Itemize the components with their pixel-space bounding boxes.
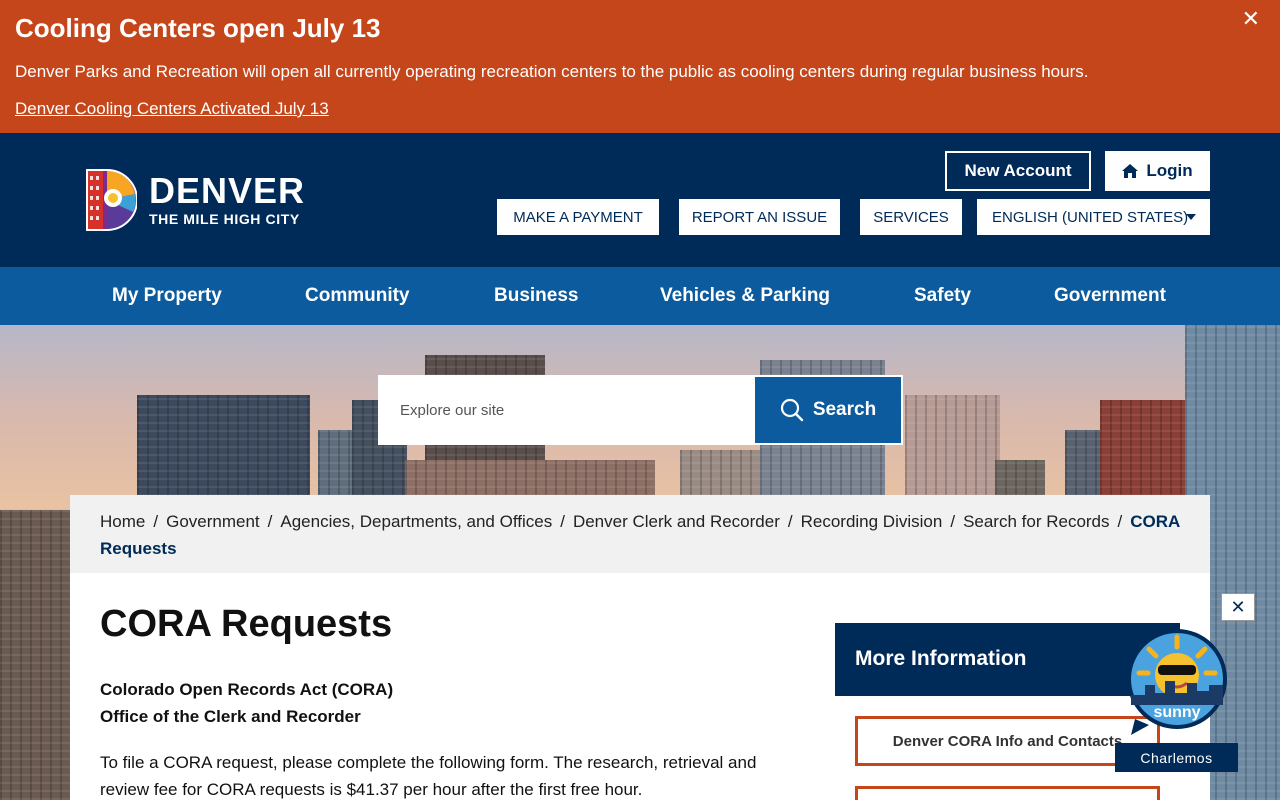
breadcrumb-clerk-recorder[interactable]: Denver Clerk and Recorder: [573, 512, 780, 531]
close-icon[interactable]: ✕: [1242, 6, 1260, 32]
intro-paragraph: To file a CORA request, please complete …: [100, 753, 757, 799]
subheading-line-1: Colorado Open Records Act (CORA): [100, 680, 394, 699]
nav-safety[interactable]: Safety: [914, 267, 971, 325]
breadcrumb-agencies[interactable]: Agencies, Departments, and Offices: [280, 512, 552, 531]
alert-banner: Cooling Centers open July 13 Denver Park…: [0, 0, 1280, 133]
breadcrumb: Home / Government / Agencies, Departments, a…: [70, 495, 1210, 573]
sidebar-link-button[interactable]: [855, 786, 1160, 800]
chevron-down-icon: [1186, 214, 1196, 220]
alert-link[interactable]: Denver Cooling Centers Activated July 13: [15, 99, 329, 119]
content-subheading: Colorado Open Records Act (CORA) Office …: [100, 676, 393, 730]
denver-logo-icon: [86, 169, 137, 231]
breadcrumb-government[interactable]: Government: [166, 512, 260, 531]
nav-vehicles-parking[interactable]: Vehicles & Parking: [660, 267, 830, 325]
search-icon: [780, 398, 804, 422]
logo-text: DENVER THE MILE HIGH CITY: [149, 170, 306, 228]
page-title: CORA Requests: [100, 603, 393, 645]
breadcrumb-recording-division[interactable]: Recording Division: [801, 512, 943, 531]
search-button[interactable]: Search: [755, 377, 901, 443]
search-input[interactable]: [378, 375, 755, 445]
login-label: Login: [1146, 161, 1193, 180]
breadcrumb-separator: /: [267, 512, 273, 531]
chat-close-button[interactable]: ✕: [1221, 593, 1255, 621]
nav-government[interactable]: Government: [1054, 267, 1166, 325]
breadcrumb-separator: /: [560, 512, 565, 531]
report-issue-button[interactable]: REPORT AN ISSUE: [679, 199, 840, 235]
site-header: DENVER THE MILE HIGH CITY New Account Lo…: [0, 133, 1280, 267]
make-payment-button[interactable]: MAKE A PAYMENT: [497, 199, 659, 235]
site-search: Search: [378, 375, 903, 445]
denver-logo[interactable]: DENVER THE MILE HIGH CITY: [85, 168, 305, 232]
new-account-button[interactable]: New Account: [945, 151, 1091, 191]
main-content: CORA Requests Colorado Open Records Act …: [70, 573, 1210, 800]
logo-title: DENVER: [149, 170, 306, 211]
sunny-chatbot-icon[interactable]: sunny: [1125, 627, 1229, 737]
home-icon: [1122, 164, 1139, 178]
language-value: ENGLISH (UNITED STATES): [992, 208, 1189, 226]
services-button[interactable]: SERVICES: [860, 199, 962, 235]
chat-label[interactable]: Charlemos: [1115, 743, 1238, 772]
search-button-label: Search: [812, 399, 877, 420]
subheading-line-2: Office of the Clerk and Recorder: [100, 707, 361, 726]
logo-tagline: THE MILE HIGH CITY: [149, 211, 300, 227]
bot-name: sunny: [1153, 704, 1200, 721]
breadcrumb-search-records[interactable]: Search for Records: [963, 512, 1109, 531]
nav-my-property[interactable]: My Property: [112, 267, 222, 325]
alert-title: Cooling Centers open July 13: [15, 13, 381, 43]
breadcrumb-separator: /: [950, 512, 956, 531]
breadcrumb-separator: /: [1117, 512, 1123, 531]
nav-business[interactable]: Business: [494, 267, 578, 325]
breadcrumb-separator: /: [153, 512, 159, 531]
main-nav: My Property Community Business Vehicles …: [0, 267, 1280, 325]
login-button[interactable]: Login: [1105, 151, 1210, 191]
breadcrumb-home[interactable]: Home: [100, 512, 145, 531]
nav-community[interactable]: Community: [305, 267, 410, 325]
alert-text: Denver Parks and Recreation will open al…: [15, 62, 1089, 81]
breadcrumb-separator: /: [787, 512, 793, 531]
language-select[interactable]: ENGLISH (UNITED STATES): [977, 199, 1210, 235]
